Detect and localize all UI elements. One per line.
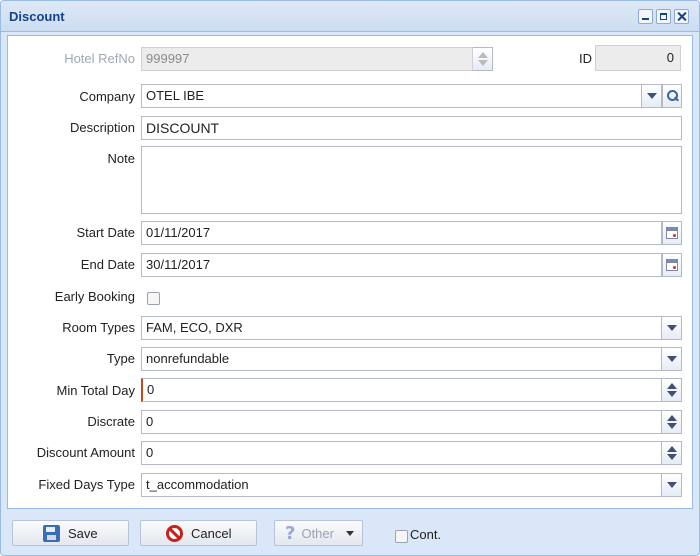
spin-down-icon — [666, 454, 677, 460]
room-types-dropdown-trigger[interactable] — [662, 316, 682, 340]
id-field: 0 — [595, 45, 681, 71]
room-types-select[interactable]: FAM, ECO, DXR — [141, 316, 662, 340]
start-date-picker-button[interactable] — [662, 221, 682, 245]
discount-amount-input[interactable]: 0 — [141, 441, 662, 465]
end-date-input[interactable]: 30/11/2017 — [141, 253, 662, 277]
discrate-spinner[interactable] — [662, 410, 682, 434]
discount-amount-spinner[interactable] — [662, 441, 682, 465]
other-menu-button[interactable]: ? Other — [274, 520, 363, 546]
chevron-down-icon — [666, 325, 677, 331]
company-search-button[interactable] — [662, 84, 682, 108]
room-types-label: Room Types — [62, 320, 135, 335]
description-label: Description — [69, 120, 135, 135]
hotel-refno-spinner[interactable] — [473, 47, 493, 71]
description-input[interactable]: DISCOUNT — [141, 116, 682, 140]
spin-up-icon — [666, 383, 677, 389]
hotel-refno-field[interactable]: 999997 — [141, 47, 473, 71]
min-total-day-input[interactable]: 0 — [141, 378, 662, 402]
early-booking-label: Early Booking — [54, 289, 135, 304]
other-button-label: Other — [301, 525, 334, 541]
cancel-button-label: Cancel — [191, 525, 232, 541]
note-textarea[interactable] — [141, 146, 682, 214]
hotel-refno-label: Hotel RefNo — [64, 51, 135, 66]
save-icon — [43, 524, 60, 542]
min-total-day-label: Min Total Day — [56, 383, 135, 398]
calendar-icon — [666, 259, 678, 271]
cancel-icon — [166, 524, 183, 542]
type-select[interactable]: nonrefundable — [141, 347, 662, 371]
company-input[interactable]: OTEL IBE — [141, 84, 642, 108]
cont-checkbox[interactable] — [395, 530, 408, 543]
spin-down-icon — [666, 391, 677, 397]
cancel-button[interactable]: Cancel — [140, 520, 257, 546]
chevron-down-icon — [646, 93, 657, 99]
spin-up-icon — [666, 446, 677, 452]
start-date-label: Start Date — [76, 225, 135, 240]
type-dropdown-trigger[interactable] — [662, 347, 682, 371]
search-icon — [666, 90, 678, 102]
spin-down-icon — [666, 423, 677, 429]
save-button[interactable]: Save — [12, 520, 129, 546]
spin-down-icon — [477, 60, 488, 66]
end-date-picker-button[interactable] — [662, 253, 682, 277]
window-titlebar: Discount — [1, 1, 699, 32]
minimize-icon[interactable] — [638, 9, 653, 24]
close-icon[interactable] — [674, 9, 689, 24]
fixed-days-type-select[interactable]: t_accommodation — [141, 473, 662, 497]
chevron-down-icon — [666, 356, 677, 362]
save-button-label: Save — [68, 525, 98, 541]
cont-label: Cont. — [410, 527, 442, 542]
discount-window: Discount Hotel RefNo 999997 ID 0 Company… — [0, 0, 700, 556]
calendar-icon — [666, 227, 678, 239]
early-booking-checkbox[interactable] — [147, 292, 160, 305]
form-footer-toolbar: Save Cancel ? Other Cont. — [1, 513, 699, 555]
id-label: ID — [579, 51, 592, 66]
spin-up-icon — [477, 52, 488, 58]
discount-amount-label: Discount Amount — [36, 445, 135, 460]
discrate-input[interactable]: 0 — [141, 410, 662, 434]
note-label: Note — [107, 151, 135, 166]
chevron-down-icon — [346, 531, 354, 536]
company-dropdown-trigger[interactable] — [642, 84, 662, 108]
window-title: Discount — [9, 9, 65, 24]
discount-form: Hotel RefNo 999997 ID 0 Company OTEL IBE… — [7, 35, 693, 509]
maximize-icon[interactable] — [656, 9, 671, 24]
chevron-down-icon — [666, 482, 677, 488]
type-label: Type — [106, 351, 135, 366]
spin-up-icon — [666, 415, 677, 421]
fixed-days-type-label: Fixed Days Type — [38, 477, 135, 492]
start-date-input[interactable]: 01/11/2017 — [141, 221, 662, 245]
min-total-day-spinner[interactable] — [662, 378, 682, 402]
end-date-label: End Date — [80, 257, 135, 272]
company-label: Company — [79, 89, 135, 104]
fixed-days-type-dropdown-trigger[interactable] — [662, 473, 682, 497]
discrate-label: Discrate — [87, 414, 135, 429]
question-icon: ? — [285, 522, 296, 544]
